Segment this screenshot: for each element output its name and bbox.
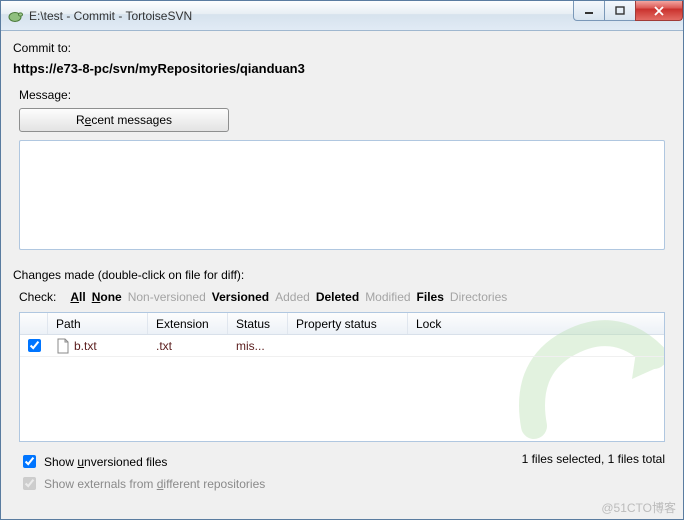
minimize-button[interactable] bbox=[573, 1, 605, 21]
col-path[interactable]: Path bbox=[48, 313, 148, 334]
col-property[interactable]: Property status bbox=[288, 313, 408, 334]
col-status[interactable]: Status bbox=[228, 313, 288, 334]
selection-status: 1 files selected, 1 files total bbox=[522, 452, 665, 466]
check-filter-row: Check: All None Non-versioned Versioned … bbox=[19, 290, 671, 304]
check-files[interactable]: Files bbox=[417, 290, 444, 304]
tortoise-icon bbox=[7, 8, 23, 24]
check-deleted[interactable]: Deleted bbox=[316, 290, 359, 304]
file-icon bbox=[56, 338, 70, 354]
check-none[interactable]: None bbox=[92, 290, 122, 304]
show-unversioned-checkbox[interactable]: Show unversioned files bbox=[19, 452, 265, 471]
window-buttons bbox=[574, 1, 683, 30]
maximize-button[interactable] bbox=[604, 1, 636, 21]
row-ext: .txt bbox=[148, 339, 228, 353]
check-modified[interactable]: Modified bbox=[365, 290, 410, 304]
watermark: @51CTO博客 bbox=[601, 499, 676, 516]
list-header: Path Extension Status Property status Lo… bbox=[20, 313, 664, 335]
list-item[interactable]: b.txt .txt mis... bbox=[20, 335, 664, 357]
check-label: Check: bbox=[19, 290, 56, 304]
changes-label: Changes made (double-click on file for d… bbox=[13, 268, 671, 282]
show-externals-checkbox: Show externals from different repositori… bbox=[19, 474, 265, 493]
file-list[interactable]: Path Extension Status Property status Lo… bbox=[19, 312, 665, 442]
show-externals-input bbox=[23, 477, 36, 490]
commit-dialog: E:\test - Commit - TortoiseSVN Commit to… bbox=[0, 0, 684, 520]
row-path: b.txt bbox=[74, 339, 97, 353]
message-textarea[interactable] bbox=[19, 140, 665, 250]
commit-to-label: Commit to: bbox=[13, 41, 671, 55]
check-all[interactable]: All bbox=[70, 290, 85, 304]
window-title: E:\test - Commit - TortoiseSVN bbox=[29, 9, 574, 23]
row-checkbox[interactable] bbox=[28, 339, 41, 352]
maximize-icon bbox=[615, 6, 625, 16]
recent-messages-button[interactable]: Recent messages bbox=[19, 108, 229, 132]
col-lock[interactable]: Lock bbox=[408, 313, 664, 334]
col-check[interactable] bbox=[20, 313, 48, 334]
check-added[interactable]: Added bbox=[275, 290, 310, 304]
show-unversioned-input[interactable] bbox=[23, 455, 36, 468]
titlebar[interactable]: E:\test - Commit - TortoiseSVN bbox=[1, 1, 683, 31]
message-label: Message: bbox=[19, 88, 671, 102]
check-nonversioned[interactable]: Non-versioned bbox=[128, 290, 206, 304]
close-icon bbox=[653, 6, 665, 16]
minimize-icon bbox=[584, 6, 594, 16]
close-button[interactable] bbox=[635, 1, 683, 21]
col-extension[interactable]: Extension bbox=[148, 313, 228, 334]
bottom-row: Show unversioned files Show externals fr… bbox=[19, 452, 665, 493]
row-status: mis... bbox=[228, 339, 288, 353]
check-versioned[interactable]: Versioned bbox=[212, 290, 269, 304]
check-directories[interactable]: Directories bbox=[450, 290, 507, 304]
client-area: Commit to: https://e73-8-pc/svn/myReposi… bbox=[1, 31, 683, 519]
commit-url: https://e73-8-pc/svn/myRepositories/qian… bbox=[13, 61, 671, 76]
